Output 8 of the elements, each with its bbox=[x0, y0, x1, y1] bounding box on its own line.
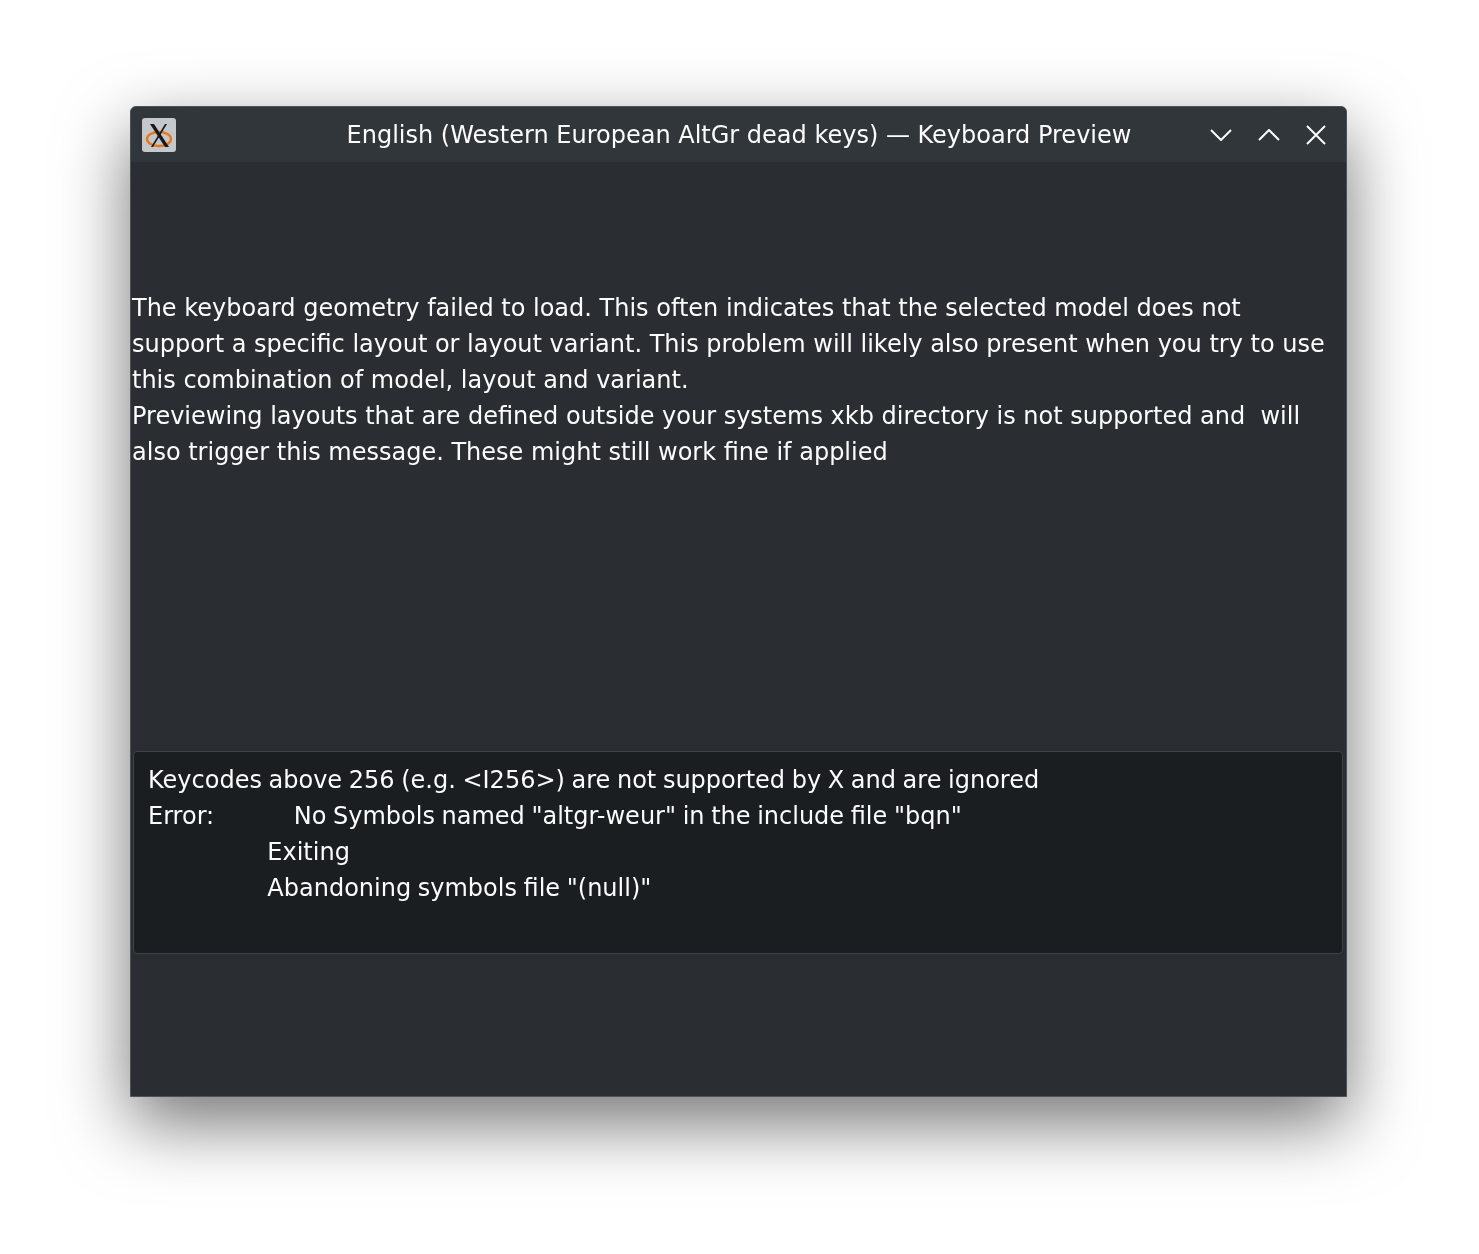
chevron-down-icon bbox=[1210, 128, 1232, 141]
error-message-text: Previewing layouts that are defined outside your systems xkb directory is not supported and will also trigger this message. These might still work fine if applied bbox=[132, 401, 1302, 468]
chevron-up-icon bbox=[1258, 128, 1280, 141]
error-log-text: Keycodes above 256 (e.g. <I256>) are not supported by X and are ignored Error: No Symbols named "altgr-weur" in the include file "bqn" Exiting Abandoning symbols file "(null)" bbox=[148, 765, 1041, 904]
error-message-text: The keyboard geometry failed to load. This often indicates that the selected model does not support a specific layout or layout variant. This problem will likely also present when you try to use this combination of model, layout and variant. bbox=[132, 293, 1326, 396]
close-icon bbox=[1306, 124, 1326, 145]
window-title: English (Western European AltGr dead keys) — Keyboard Preview bbox=[346, 120, 1132, 149]
x-logo-icon bbox=[142, 117, 176, 152]
